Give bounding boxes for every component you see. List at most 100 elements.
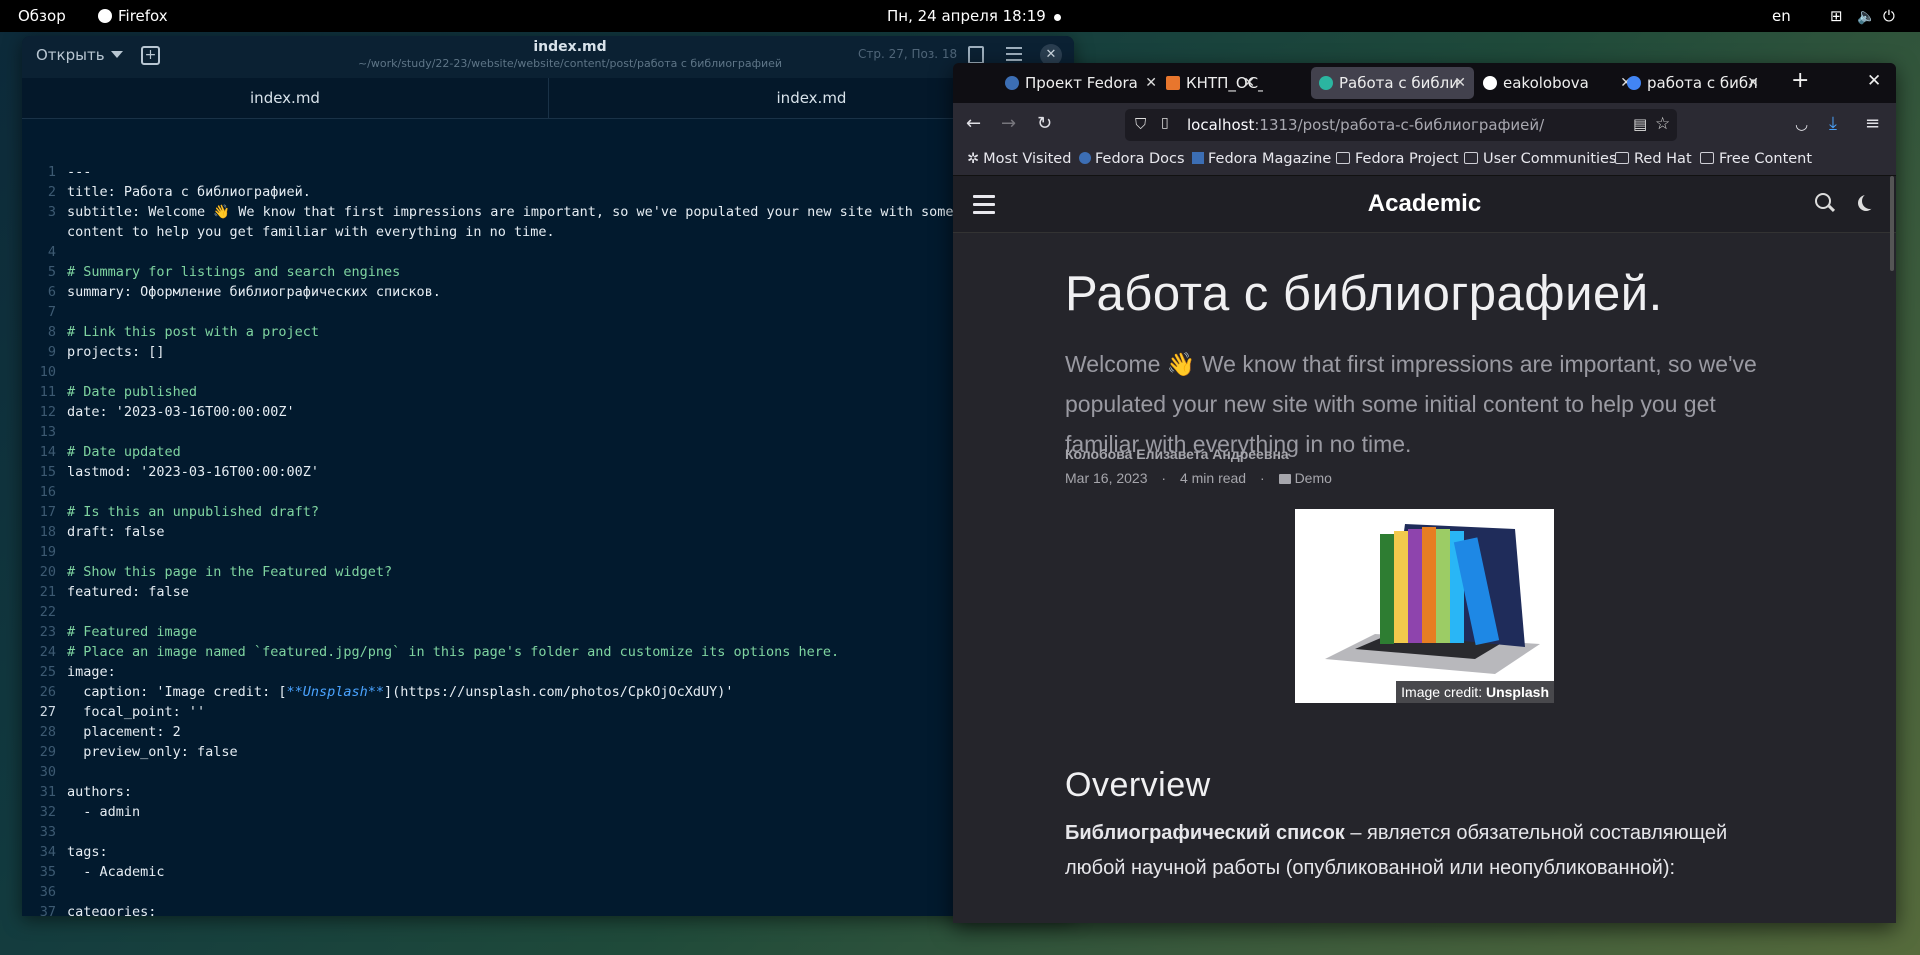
line-number: 10 — [39, 364, 56, 380]
code-line[interactable]: 17 # Is this an unpublished draft? — [22, 502, 1074, 522]
code-area[interactable]: 1 --- 2 title: Работа с библиографией. 3 subt… — [22, 162, 1074, 916]
code-comment: # Place an image named `featured.jpg/png… — [67, 644, 840, 660]
code-line[interactable]: 24 # Place an image named `featured.jpg/p… — [22, 642, 1074, 662]
system-top-bar: Обзор Firefox Пн, 24 апреля 18:19 en ⊞ 🔈… — [0, 0, 1920, 32]
code-line[interactable]: 32 - admin — [22, 802, 1074, 822]
bookmark-folder-fedora-project[interactable]: Fedora Project — [1336, 151, 1459, 167]
code-line[interactable]: 26 caption: 'Image credit: [**Unsplash**… — [22, 682, 1074, 702]
category-link[interactable]: Demo — [1295, 470, 1332, 486]
line-number: 23 — [39, 624, 56, 640]
dark-mode-icon[interactable] — [1862, 193, 1878, 209]
code-line[interactable]: 4 — [22, 242, 1074, 262]
browser-tab[interactable]: КНТП_ОС_01.0✕ — [1158, 67, 1263, 99]
code-line[interactable]: 23 # Featured image — [22, 622, 1074, 642]
new-tab-icon[interactable]: + — [141, 46, 160, 65]
keyboard-layout[interactable]: en — [1772, 0, 1791, 32]
code-line[interactable]: content to help you get familiar with ev… — [22, 222, 1074, 242]
code-line[interactable]: 36 — [22, 882, 1074, 902]
code-line[interactable]: 31 authors: — [22, 782, 1074, 802]
code-line[interactable]: 12 date: '2023-03-16T00:00:00Z' — [22, 402, 1074, 422]
bookmark-folder-red-hat[interactable]: Red Hat — [1615, 151, 1692, 167]
author-link[interactable]: Колобова Елизавета Андреевна — [1065, 446, 1785, 462]
line-number: 4 — [47, 244, 56, 260]
network-icon[interactable]: ⊞ — [1830, 0, 1843, 32]
power-icon[interactable]: ⏻ — [1883, 0, 1895, 32]
code-line[interactable]: 14 # Date updated — [22, 442, 1074, 462]
app-menu[interactable]: Firefox — [98, 0, 168, 32]
code-line[interactable]: 6 summary: Оформление библиографических с… — [22, 282, 1074, 302]
pocket-icon[interactable]: ◡ — [1795, 115, 1808, 133]
open-button[interactable]: Открыть — [36, 46, 123, 64]
code-line[interactable]: 9 projects: [] — [22, 342, 1074, 362]
bookmarks-toolbar: ✲ Most Visited Fedora Docs Fedora Magazin… — [953, 147, 1896, 176]
code-line[interactable]: 20 # Show this page in the Featured widge… — [22, 562, 1074, 582]
downloads-icon[interactable]: ⤓ — [1829, 113, 1837, 134]
clock[interactable]: Пн, 24 апреля 18:19 — [887, 0, 1046, 32]
activities-button[interactable]: Обзор — [18, 0, 66, 32]
app-menu-icon[interactable]: ≡ — [1865, 113, 1880, 134]
code-line[interactable]: 30 — [22, 762, 1074, 782]
line-number: 15 — [39, 464, 56, 480]
bookmark-fedora-magazine[interactable]: Fedora Magazine — [1192, 151, 1331, 167]
code-line[interactable]: 8 # Link this post with a project — [22, 322, 1074, 342]
document-icon[interactable] — [968, 46, 984, 64]
scrollbar[interactable] — [1890, 176, 1894, 271]
code-line[interactable]: 35 - Academic — [22, 862, 1074, 882]
bookmark-folder-free-content[interactable]: Free Content — [1700, 151, 1812, 167]
close-tab-icon[interactable]: ✕ — [1243, 67, 1255, 99]
url-text[interactable]: localhost:1313/post/работа-с-библиографи… — [1187, 109, 1544, 141]
code-line[interactable]: 13 — [22, 422, 1074, 442]
code-line[interactable]: 1 --- — [22, 162, 1074, 182]
bookmark-fedora-docs[interactable]: Fedora Docs — [1079, 151, 1185, 167]
browser-tab[interactable]: eakolobova✕ — [1475, 67, 1640, 99]
code-line[interactable]: 28 placement: 2 — [22, 722, 1074, 742]
close-tab-icon[interactable]: ✕ — [1145, 67, 1157, 99]
editor-tab-1[interactable]: index.md — [22, 78, 549, 118]
close-tab-icon[interactable]: ✕ — [1454, 67, 1466, 99]
code-line[interactable]: 21 featured: false — [22, 582, 1074, 602]
url-bar[interactable]: ⛉ ▯ localhost:1313/post/работа-с-библиог… — [1125, 109, 1677, 141]
unsplash-link[interactable]: Unsplash — [1486, 684, 1549, 700]
shield-icon[interactable]: ⛉ — [1135, 115, 1146, 133]
bookmark-folder-user-communities[interactable]: User Communities — [1464, 151, 1617, 167]
browser-tab[interactable]: работа с библ ✕ — [1619, 67, 1767, 99]
code-line[interactable]: 7 — [22, 302, 1074, 322]
code-line[interactable]: 33 — [22, 822, 1074, 842]
code-line[interactable]: 18 draft: false — [22, 522, 1074, 542]
code-line[interactable]: 34 tags: — [22, 842, 1074, 862]
search-icon[interactable] — [1815, 193, 1831, 209]
code-line[interactable]: 5 # Summary for listings and search engin… — [22, 262, 1074, 282]
code-line[interactable]: 37 categories: — [22, 902, 1074, 916]
bookmark-most-visited[interactable]: ✲ Most Visited — [967, 151, 1071, 167]
code-line[interactable]: 3 subtitle: Welcome 👋 We know that first … — [22, 202, 1074, 222]
window-close-icon[interactable]: ✕ — [1867, 71, 1881, 91]
browser-tab-active[interactable]: Работа с библи ✕ — [1311, 67, 1474, 99]
new-tab-button[interactable]: + — [1791, 68, 1809, 93]
code-line[interactable]: 22 — [22, 602, 1074, 622]
code-line[interactable]: 25 image: — [22, 662, 1074, 682]
code-line[interactable]: 29 preview_only: false — [22, 742, 1074, 762]
code-line[interactable]: 27 focal_point: '' — [22, 702, 1074, 722]
volume-icon[interactable]: 🔈 — [1857, 0, 1876, 32]
editor-tabs: index.md index.md — [22, 78, 1074, 119]
code-line[interactable]: 15 lastmod: '2023-03-16T00:00:00Z' — [22, 462, 1074, 482]
browser-tab[interactable]: Проект Fedora ✕ — [997, 67, 1165, 99]
reader-view-icon[interactable]: ▤ — [1633, 115, 1647, 133]
code-text: image: — [67, 664, 116, 680]
code-line[interactable]: 16 — [22, 482, 1074, 502]
cursor-position[interactable]: Стр. 27, Поз. 18 — [858, 47, 957, 61]
code-line[interactable]: 2 title: Работа с библиографией. — [22, 182, 1074, 202]
close-tab-icon[interactable]: ✕ — [1747, 67, 1759, 99]
code-text: placement: 2 — [67, 724, 181, 740]
featured-image: Image credit: Unsplash — [1295, 509, 1554, 703]
site-brand[interactable]: Academic — [953, 176, 1896, 232]
page-icon[interactable]: ▯ — [1161, 115, 1169, 131]
back-icon[interactable]: ← — [966, 113, 981, 134]
bookmark-star-icon[interactable]: ☆ — [1655, 114, 1670, 134]
github-icon — [1483, 76, 1497, 90]
code-line[interactable]: 10 — [22, 362, 1074, 382]
reload-icon[interactable]: ↻ — [1037, 113, 1052, 134]
code-line[interactable]: 11 # Date published — [22, 382, 1074, 402]
forward-icon[interactable]: → — [1001, 113, 1016, 134]
code-line[interactable]: 19 — [22, 542, 1074, 562]
